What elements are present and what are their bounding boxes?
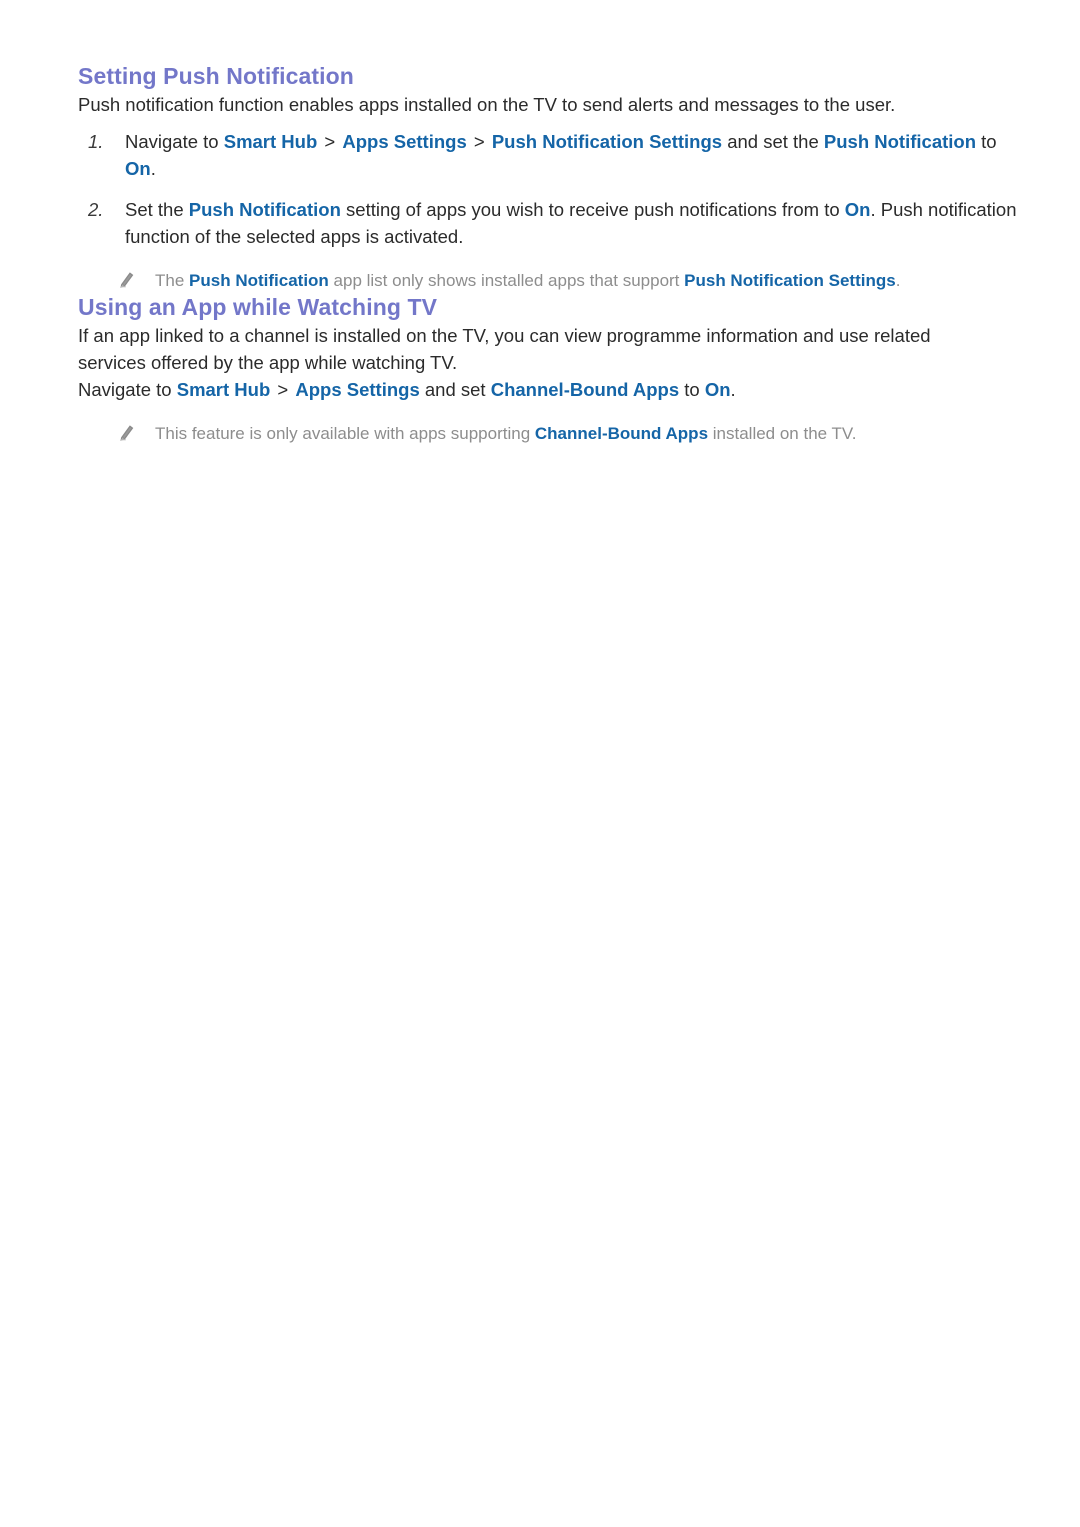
navigate-instruction: Navigate to Smart Hub > Apps Settings an… — [78, 378, 736, 400]
intro-paragraph-push-notification: Push notification function enables apps … — [78, 93, 896, 115]
note-channel-bound-apps: This feature is only available with apps… — [78, 421, 1018, 446]
note-text: The Push Notification app list only show… — [155, 270, 901, 290]
list-item-text: Set the Push Notification setting of app… — [125, 198, 1017, 247]
note-text: This feature is only available with apps… — [155, 423, 857, 443]
intro-paragraph-using-an-app: If an app linked to a channel is install… — [78, 324, 931, 373]
steps-list-push-notification: 1. Navigate to Smart Hub > Apps Settings… — [78, 128, 1018, 250]
section-heading-using-an-app-while-watching-tv: Using an App while Watching TV — [78, 293, 438, 320]
list-item-text: Navigate to Smart Hub > Apps Settings > … — [125, 130, 997, 179]
pencil-icon — [118, 270, 136, 288]
section-heading-setting-push-notification: Setting Push Notification — [78, 63, 354, 89]
list-item: 2. Set the Push Notification setting of … — [78, 196, 1018, 250]
list-item-number: 2. — [88, 198, 104, 220]
pencil-icon — [118, 423, 136, 441]
list-item: 1. Navigate to Smart Hub > Apps Settings… — [78, 128, 1018, 182]
document-page: Setting Push Notification Push notificat… — [0, 0, 1080, 1527]
list-item-number: 1. — [88, 130, 104, 152]
note-push-notification: The Push Notification app list only show… — [78, 268, 1018, 293]
